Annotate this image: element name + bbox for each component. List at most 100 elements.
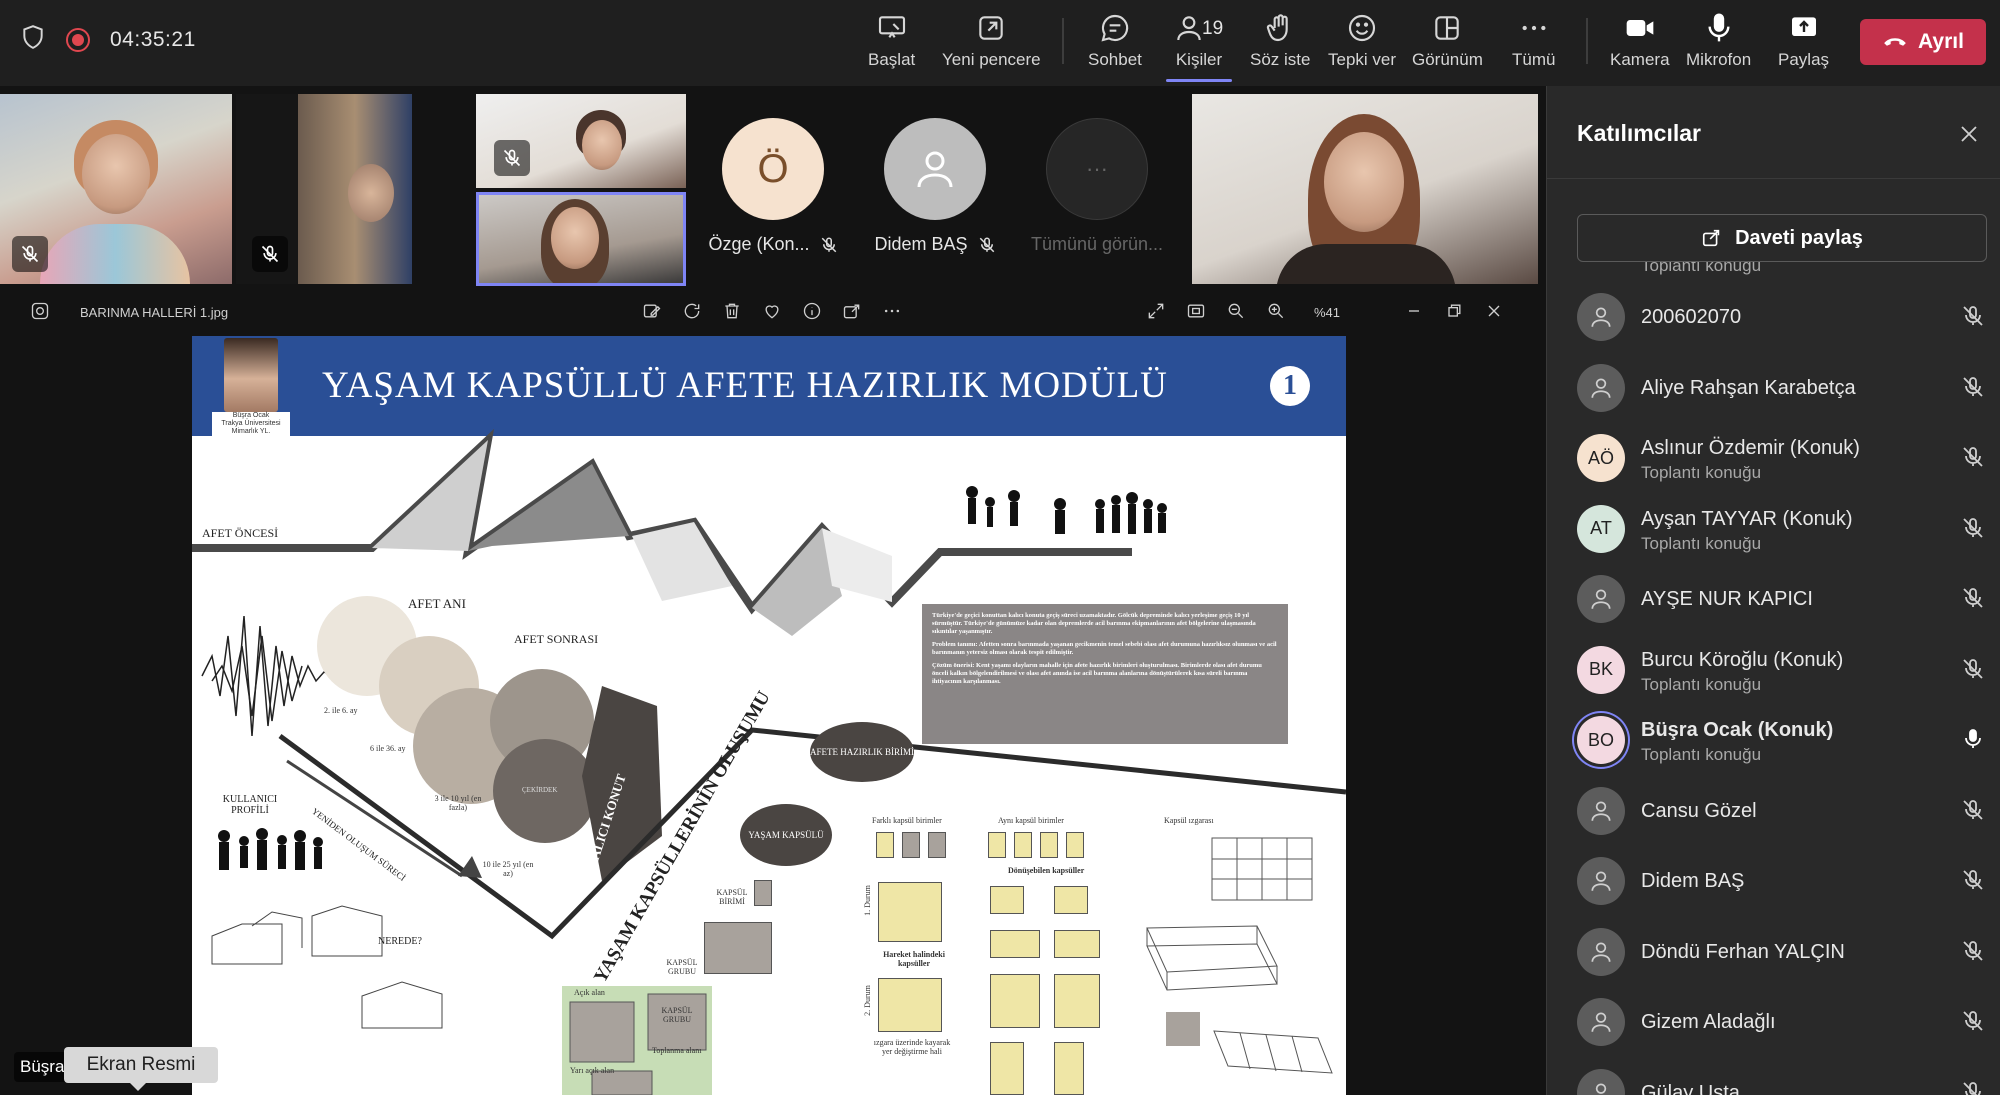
participant-row[interactable]: AT Ayşan TAYYAR (Konuk) Toplantı konuğu [1577, 494, 1987, 564]
participants-list[interactable]: Toplantı konuğu 200602070 Aliye Rahşan Ka… [1547, 262, 2000, 1095]
person-icon [1591, 1012, 1611, 1032]
mic-button[interactable]: Mikrofon [1686, 12, 1751, 78]
share-invite-button[interactable]: Daveti paylaş [1577, 214, 1987, 262]
view-all-tile[interactable]: ··· Tümünü görün... [1022, 118, 1172, 278]
participant-name: AYŞE NUR KAPICI [1641, 588, 1813, 610]
participant-video[interactable] [0, 94, 232, 284]
mic-off-icon [503, 149, 521, 167]
participant-label: Didem BAŞ [874, 234, 995, 255]
fullscreen-icon[interactable] [1146, 301, 1170, 325]
more-icon [1522, 25, 1546, 31]
participant-row[interactable]: Cansu Gözel [1577, 776, 1987, 846]
recording-icon [66, 27, 90, 52]
avatar [1577, 293, 1625, 341]
mic-off-icon [1961, 939, 1987, 965]
delete-icon[interactable] [722, 301, 746, 325]
participant-row[interactable]: Aliye Rahşan Karabetça [1577, 353, 1987, 423]
close-icon[interactable] [1484, 301, 1508, 325]
mic-off-icon [1961, 375, 1987, 401]
participant-row[interactable]: BK Burcu Köroğlu (Konuk) Toplantı konuğu [1577, 635, 1987, 705]
favorite-icon[interactable] [762, 301, 786, 325]
share-button[interactable]: Paylaş [1778, 12, 1829, 78]
chat-button[interactable]: Sohbet [1088, 12, 1142, 78]
react-button[interactable]: Tepki ver [1328, 12, 1396, 78]
person-icon [1591, 871, 1611, 891]
gathering-label: Toplanma alanı [652, 1046, 702, 1055]
capsule-swatch [990, 1042, 1024, 1095]
mic-off-icon [261, 245, 279, 263]
participant-video[interactable] [236, 94, 412, 284]
participant-name: Aslınur Özdemir (Konuk) [1641, 437, 1860, 459]
participant-row[interactable]: Didem BAŞ [1577, 846, 1987, 916]
image-filename: BARINMA HALLERİ 1.jpg [80, 305, 229, 320]
muted-badge [494, 140, 530, 176]
video-figure [348, 164, 394, 222]
person-icon [1591, 941, 1611, 962]
zoom-in-icon[interactable] [1266, 301, 1290, 325]
participant-row[interactable]: Döndü Ferhan YALÇIN [1577, 917, 1987, 987]
person-icon [1591, 377, 1611, 398]
rotate-icon[interactable] [682, 301, 706, 325]
participant-name: Cansu Gözel [1641, 799, 1757, 822]
view-button[interactable]: Görünüm [1412, 12, 1483, 78]
same-units-label: Aynı kapsül birimler [998, 816, 1064, 825]
participant-tile-ozge[interactable]: Ö Özge (Kon... [698, 118, 848, 278]
participant-name: Döndü Ferhan YALÇIN [1641, 940, 1845, 963]
participant-video[interactable] [476, 94, 686, 188]
panel-title: Katılımcılar [1577, 120, 1701, 146]
people-count: 19 [1202, 18, 1224, 39]
participant-role: Toplantı konuğu [1641, 745, 1762, 764]
participant-video[interactable] [1192, 94, 1538, 284]
capsule-swatch [990, 974, 1040, 1028]
meeting-timer: 04:35:21 [110, 27, 196, 51]
participant-row[interactable]: AYŞE NUR KAPICI [1577, 564, 1987, 634]
camera-button[interactable]: Kamera [1610, 12, 1670, 78]
video-figure [82, 134, 150, 214]
participant-row[interactable]: Gizem Aladağlı [1577, 987, 1987, 1057]
avatar [1577, 857, 1625, 905]
semi-open-label: Yarı açık alan [570, 1066, 615, 1075]
capsule-grid [878, 882, 942, 942]
video-figure [551, 207, 599, 269]
view-all-label: Tümünü görün... [1030, 234, 1164, 254]
participant-row[interactable]: 200602070 [1577, 282, 1987, 352]
more-button[interactable]: Tümü [1512, 12, 1555, 78]
mic-off-icon [1961, 1009, 1987, 1035]
start-button[interactable]: Başlat [868, 12, 915, 78]
avatar: BK [1577, 645, 1625, 694]
more-icon[interactable] [882, 301, 906, 325]
fit-to-window-icon[interactable] [1186, 301, 1210, 325]
participant-name: Didem BAŞ [1641, 870, 1745, 892]
leave-button[interactable]: Ayrıl [1860, 19, 1986, 65]
participant-row[interactable]: AÖ Aslınur Özdemir (Konuk) Toplantı konuğu [1577, 423, 1987, 493]
mic-off-icon [1961, 586, 1987, 612]
participant-row[interactable]: BO Büşra Ocak (Konuk) Toplantı konuğu [1577, 705, 1987, 775]
raise-hand-button[interactable]: Söz iste [1250, 12, 1310, 78]
screenshot-tooltip: Ekran Resmi [64, 1047, 218, 1091]
share-icon[interactable] [842, 301, 866, 325]
new-window-button[interactable]: Yeni pencere [942, 12, 1041, 78]
capsule-grid-label: Kapsül ızgarası [1164, 816, 1214, 825]
label-where: NEREDE? [378, 936, 422, 947]
muted-badge [252, 236, 288, 272]
participant-name: 200602070 [1641, 306, 1742, 328]
people-button[interactable]: 19 Kişiler [1166, 12, 1232, 82]
meeting-toolbar: 04:35:21 Başlat Yeni pencere Sohbet 19 K… [0, 0, 2000, 86]
mic-off-icon [979, 237, 994, 252]
layout-icon [1435, 16, 1460, 40]
minimize-icon[interactable] [1404, 301, 1428, 325]
participant-row[interactable]: Gülay Usta [1577, 1058, 1987, 1095]
mic-off-icon [821, 237, 836, 252]
capsule-swatch [876, 832, 894, 858]
participant-tile-didem[interactable]: Didem BAŞ [860, 118, 1010, 278]
info-icon[interactable] [802, 301, 826, 325]
toolbar-separator [1586, 18, 1588, 64]
avatar [884, 118, 986, 220]
close-panel-button[interactable] [1957, 122, 1981, 146]
edit-image-icon[interactable] [642, 301, 666, 325]
active-speaker-video[interactable] [476, 192, 686, 286]
zoom-out-icon[interactable] [1226, 301, 1250, 325]
restore-icon[interactable] [1444, 301, 1468, 325]
participant-name: Burcu Köroğlu (Konuk) [1641, 648, 1844, 671]
people-icon [1177, 16, 1201, 41]
